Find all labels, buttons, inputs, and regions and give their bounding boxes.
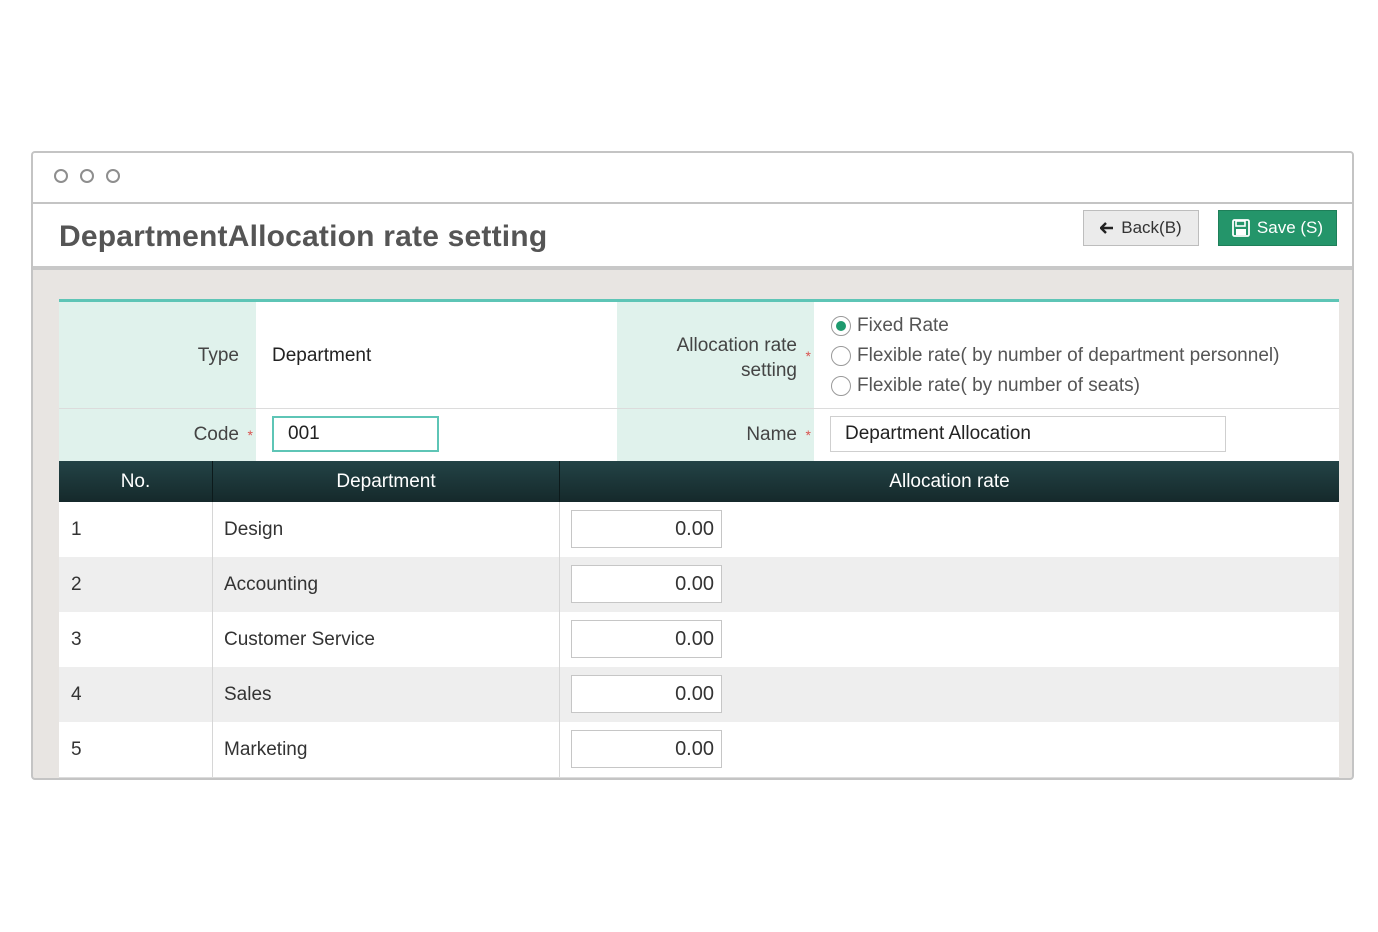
required-mark: * [805,348,811,364]
allocation-label-cell: Allocation rate setting * [617,302,814,408]
save-button-label: Save (S) [1256,218,1324,237]
type-label-cell: Type [59,302,256,408]
row-department: Sales [224,683,272,705]
column-header-department: Department [336,470,436,492]
row-department: Accounting [224,573,319,595]
column-separator [212,502,213,778]
column-header-no: No. [120,470,151,492]
row-number: 4 [71,683,82,705]
radio-button-checked[interactable] [831,316,851,336]
table-bottom-line [59,777,1339,778]
row-department: Marketing [224,738,308,760]
table-header: No. Department Allocation rate [59,461,1339,502]
row-number: 1 [71,518,82,540]
allocation-rate-input[interactable] [571,730,722,768]
app-window: DepartmentAllocation rate setting Back(B… [31,151,1354,780]
row-department: Design [224,518,284,540]
radio-label: Flexible rate( by number of department p… [857,345,1280,366]
row-number: 3 [71,628,82,650]
page-title: DepartmentAllocation rate setting [59,220,548,253]
save-button[interactable]: Save (S) [1218,210,1337,246]
allocation-label-line1: Allocation rate [676,335,797,356]
back-button-label: Back(B) [1121,218,1182,237]
allocation-label-line2: setting [741,360,797,381]
name-label-cell: Name * [617,409,814,461]
code-input[interactable] [272,416,439,452]
column-separator [559,502,560,778]
page-header: DepartmentAllocation rate setting Back(B… [33,204,1352,270]
window-minimize-control[interactable] [80,169,94,183]
radio-button[interactable] [831,376,851,396]
allocation-rate-input[interactable] [571,565,722,603]
row-number: 5 [71,738,82,760]
code-label-cell: Code * [59,409,256,461]
back-button[interactable]: Back(B) [1083,210,1199,246]
arrow-left-icon [1100,222,1114,234]
column-header-allocation-rate: Allocation rate [889,470,1010,492]
table-row: 3 Customer Service [59,612,1339,667]
type-label: Type [197,345,239,366]
row-number: 2 [71,573,82,595]
row-department: Customer Service [224,628,375,650]
allocation-rate-input[interactable] [571,675,722,713]
radio-flexible-seats[interactable]: Flexible rate( by number of seats) [831,375,1140,397]
required-mark: * [805,427,811,443]
radio-fixed-rate[interactable]: Fixed Rate [831,315,949,337]
window-titlebar [33,153,1352,204]
required-mark: * [247,427,253,443]
type-value: Department [272,345,372,366]
settings-card: Type Department Allocation rate setting … [59,299,1339,778]
radio-button[interactable] [831,346,851,366]
radio-flexible-personnel[interactable]: Flexible rate( by number of department p… [831,345,1279,367]
name-label: Name [746,424,797,445]
allocation-rate-input[interactable] [571,510,722,548]
window-close-control[interactable] [54,169,68,183]
table-row: 1 Design [59,502,1339,557]
window-maximize-control[interactable] [106,169,120,183]
name-input[interactable] [830,416,1226,452]
allocation-rate-input[interactable] [571,620,722,658]
allocation-label: Allocation rate setting [677,333,797,383]
table-row: 5 Marketing [59,722,1339,777]
table-row: 2 Accounting [59,557,1339,612]
radio-label: Fixed Rate [857,315,949,336]
code-label: Code [193,424,239,445]
table-row: 4 Sales [59,667,1339,722]
floppy-disk-icon [1232,219,1250,237]
radio-label: Flexible rate( by number of seats) [857,375,1141,396]
